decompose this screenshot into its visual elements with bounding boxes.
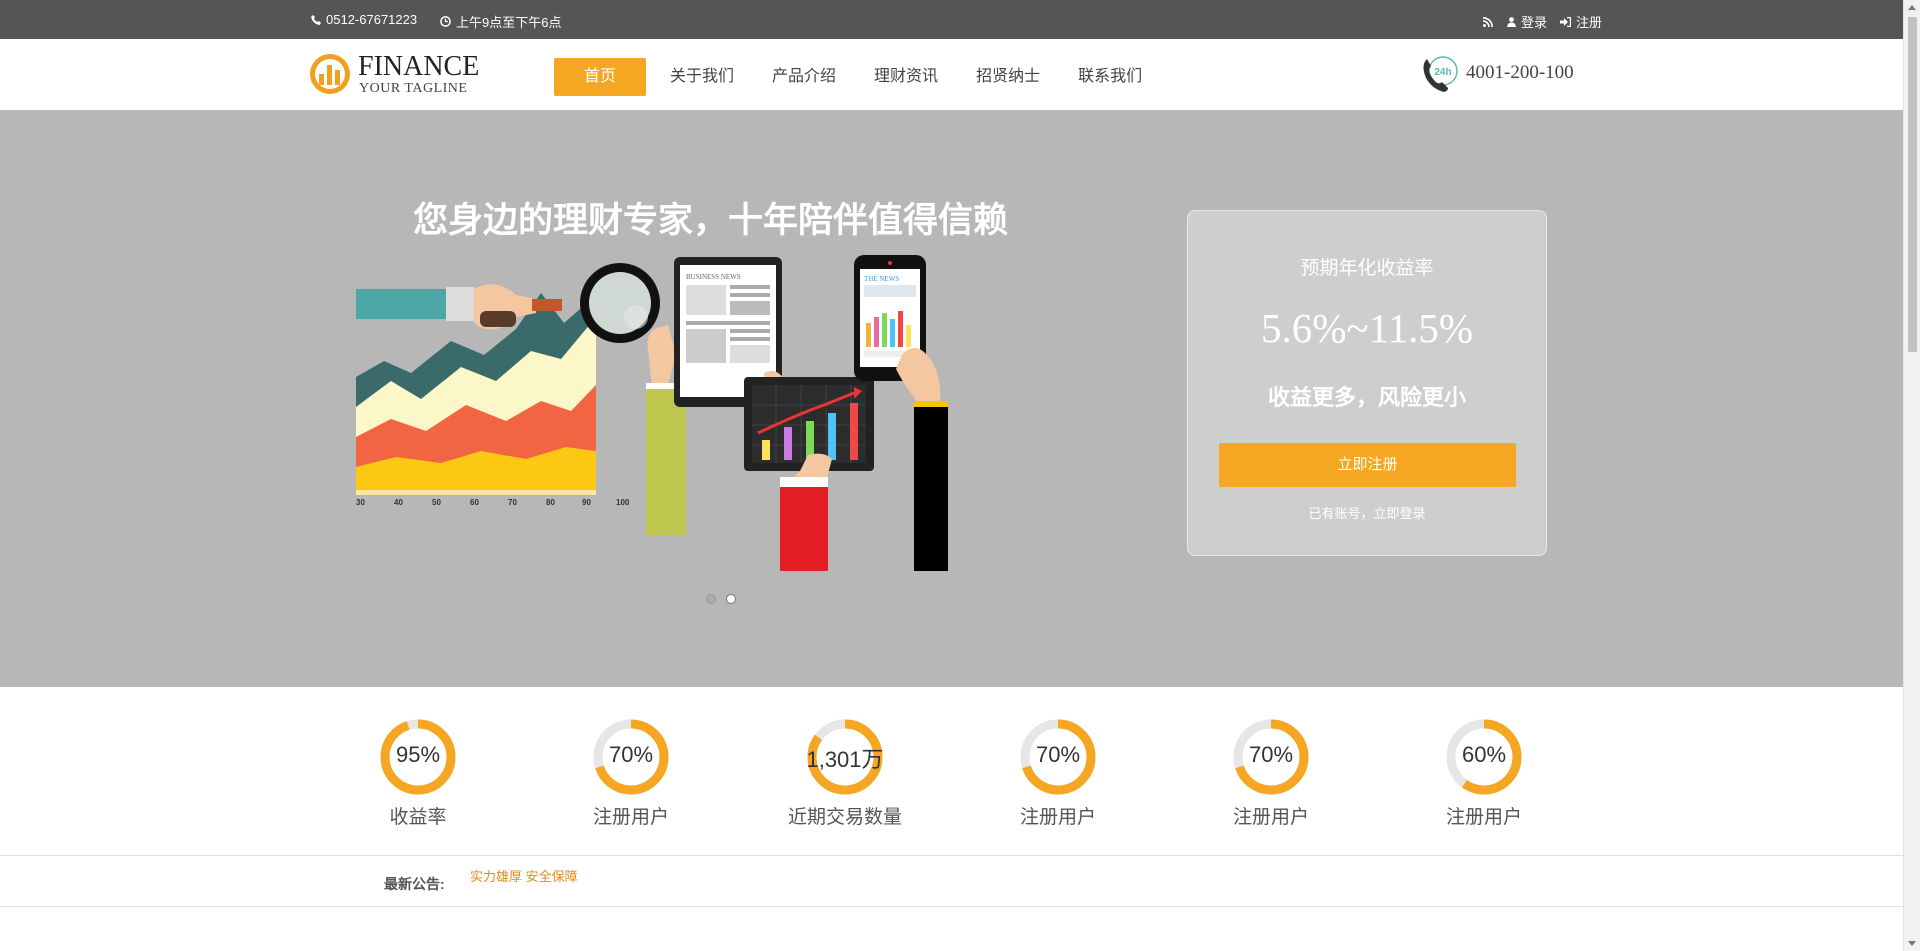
hero-banner: 您身边的理财专家，十年陪伴值得信赖 30 40 50 60 70 80 90 1…: [0, 110, 1903, 687]
scroll-down-arrow-icon[interactable]: [1908, 941, 1916, 946]
nav-contact[interactable]: 联系我们: [1059, 58, 1161, 96]
stat-value: 60%: [1461, 742, 1507, 767]
announcement-label: 最新公告:: [384, 876, 445, 892]
stat-item: 70% 注册用户: [1171, 719, 1371, 829]
progress-ring: 1,301万: [806, 719, 884, 795]
progress-ring: 60%: [1446, 719, 1522, 795]
axis-tick: 90: [582, 498, 591, 507]
hand-magnifier-graphic: [356, 263, 660, 343]
axis-tick: 30: [356, 498, 365, 507]
stat-value: 1,301万: [806, 747, 884, 772]
slider-dot[interactable]: [706, 594, 716, 604]
axis-tick: 80: [546, 498, 555, 507]
vertical-scrollbar[interactable]: [1903, 0, 1920, 951]
slider-dot-active[interactable]: [726, 594, 736, 604]
announcement-bar: 最新公告: 实力雄厚 安全保障: [0, 856, 1903, 906]
rss-icon[interactable]: [1483, 16, 1493, 27]
progress-ring: 70%: [1020, 719, 1096, 795]
topbar-hours-text: 上午9点至下午6点: [456, 15, 562, 30]
topbar-links: 登录 注册: [1483, 12, 1602, 31]
nav-products[interactable]: 产品介绍: [753, 58, 855, 96]
topbar-hours: 上午9点至下午6点: [440, 12, 561, 31]
progress-ring: 70%: [1233, 719, 1309, 795]
stat-label: 注册用户: [1232, 807, 1309, 828]
site-header: FINANCE YOUR TAGLINE 首页 关于我们 产品介绍 理财资讯 招…: [0, 39, 1903, 110]
phone-headline: THE NEWS: [864, 275, 899, 283]
stat-value: 70%: [1248, 742, 1294, 767]
hotline-badge: 24h: [1434, 67, 1451, 78]
stat-label: 近期交易数量: [787, 807, 902, 828]
register-now-button[interactable]: 立即注册: [1219, 443, 1516, 487]
site-logo[interactable]: FINANCE YOUR TAGLINE: [310, 52, 490, 100]
logo-tagline: YOUR TAGLINE: [359, 81, 468, 96]
announcement-text[interactable]: 实力雄厚 安全保障: [470, 866, 578, 885]
register-card: 预期年化收益率 5.6%~11.5% 收益更多，风险更小 立即注册 已有账号，立…: [1187, 210, 1547, 556]
divider: [0, 906, 1903, 907]
axis-tick: 70: [508, 498, 517, 507]
logo-title: FINANCE: [358, 51, 480, 82]
scrollbar-thumb[interactable]: [1908, 17, 1917, 352]
phone-icon: [311, 14, 321, 25]
stat-item: 70% 注册用户: [531, 719, 731, 829]
axis-tick: 100: [616, 498, 630, 507]
login-link[interactable]: 登录: [1521, 12, 1547, 31]
stats-section: 95% 收益率 70% 注册用户 1,301万 近期交易数量 70% 注册用户 …: [0, 687, 1903, 855]
tablet-headline: BUSINESS NEWS: [686, 273, 741, 281]
clock-icon: [440, 16, 451, 27]
nav-about[interactable]: 关于我们: [651, 58, 753, 96]
scroll-up-arrow-icon[interactable]: [1908, 5, 1916, 10]
stat-item: 70% 注册用户: [958, 719, 1158, 829]
card-slogan: 收益更多，风险更小: [1267, 385, 1466, 410]
bar-chart-tablet-graphic: [744, 377, 874, 571]
main-nav: 首页 关于我们 产品介绍 理财资讯 招贤纳士 联系我们: [554, 58, 1161, 96]
stat-item: 60% 注册用户: [1384, 719, 1584, 829]
top-bar: 0512-67671223 上午9点至下午6点 登录 注册: [0, 0, 1903, 39]
progress-ring: 95%: [380, 719, 456, 795]
expected-yield-rate: 5.6%~11.5%: [1261, 305, 1473, 351]
logo-mark: [310, 54, 350, 94]
nav-news[interactable]: 理财资讯: [855, 58, 957, 96]
stat-label: 注册用户: [1019, 807, 1096, 828]
stat-value: 70%: [1035, 742, 1081, 767]
topbar-phone: 0512-67671223: [311, 12, 417, 27]
axis-tick: 50: [432, 498, 441, 507]
finance-illustration: 30 40 50 60 70 80 90 100 BUSINESS NEWS T…: [356, 255, 948, 571]
axis-tick: 40: [394, 498, 403, 507]
stat-label: 收益率: [389, 807, 447, 828]
stat-value: 95%: [395, 742, 441, 767]
phone-24h-icon: 24h: [1423, 56, 1458, 92]
hotline-number: 4001-200-100: [1466, 62, 1574, 83]
axis-tick: 60: [470, 498, 479, 507]
login-now-link[interactable]: 已有账号，立即登录: [1188, 503, 1546, 522]
stat-item: 95% 收益率: [318, 719, 518, 829]
user-icon: [1507, 16, 1516, 27]
hero-title: 您身边的理财专家，十年陪伴值得信赖: [413, 201, 1009, 240]
stat-value: 70%: [608, 742, 654, 767]
sign-in-icon: [1560, 16, 1572, 27]
nav-home[interactable]: 首页: [554, 58, 647, 96]
register-link[interactable]: 注册: [1576, 12, 1602, 31]
stat-item: 1,301万 近期交易数量: [745, 719, 945, 829]
slider-dots: [706, 594, 736, 604]
stat-label: 注册用户: [1445, 807, 1522, 828]
nav-careers[interactable]: 招贤纳士: [957, 58, 1059, 96]
expected-yield-label: 预期年化收益率: [1300, 258, 1434, 279]
hotline: 24h 4001-200-100: [1420, 54, 1600, 94]
stat-label: 注册用户: [592, 807, 669, 828]
topbar-phone-text: 0512-67671223: [326, 12, 418, 27]
progress-ring: 70%: [593, 719, 669, 795]
